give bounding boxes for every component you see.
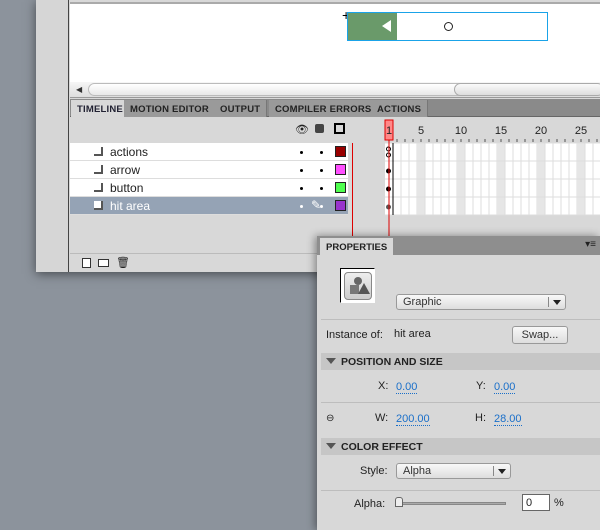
scroll-thumb[interactable] (454, 83, 600, 96)
trash-icon[interactable]: 🗑 (116, 256, 130, 269)
layer-icon (94, 201, 103, 210)
scroll-left-icon[interactable]: ◀ (76, 85, 82, 94)
symbol-type-dropdown[interactable]: Graphic (396, 294, 566, 310)
width-field[interactable]: 200.00 (396, 413, 430, 426)
layer-color-swatch[interactable] (335, 146, 346, 157)
playhead-line (352, 143, 353, 243)
new-folder-icon[interactable] (98, 259, 109, 267)
layer-color-swatch[interactable] (335, 182, 346, 193)
lock-icon[interactable] (315, 124, 324, 133)
layer-row[interactable]: arrow (70, 161, 348, 179)
flash-window: + ◀ TIMELINE MOTION EDITOR OUTPUT COMPIL… (36, 0, 600, 272)
frame-label: 25 (575, 125, 587, 137)
properties-panel: PROPERTIES ▾≡ Graphic Instance of: hit a… (317, 236, 600, 530)
layer-name: button (110, 181, 144, 195)
tab-motion-editor[interactable]: MOTION EDITOR (124, 100, 216, 117)
layer-icon (94, 183, 103, 192)
visibility-dot[interactable] (300, 205, 303, 208)
y-field[interactable]: 0.00 (494, 381, 516, 394)
layer-row[interactable]: button (70, 179, 348, 197)
alpha-slider-track[interactable] (398, 502, 506, 505)
style-value: Alpha (403, 465, 432, 477)
collapse-triangle-icon (326, 443, 336, 449)
section-title: POSITION AND SIZE (341, 356, 443, 368)
alpha-slider-thumb[interactable] (395, 497, 403, 507)
panel-tabs: TIMELINE MOTION EDITOR OUTPUT COMPILER E… (70, 99, 600, 117)
eye-icon[interactable]: 👁 (295, 123, 309, 136)
layer-color-swatch[interactable] (335, 200, 346, 211)
color-effect-section[interactable]: COLOR EFFECT (321, 438, 600, 455)
section-title: COLOR EFFECT (341, 441, 423, 453)
alpha-label: Alpha: (354, 498, 386, 510)
instance-name: hit area (394, 328, 431, 340)
layer-name: hit area (110, 199, 151, 213)
symbol-type-value: Graphic (403, 296, 442, 308)
transform-point-icon (444, 22, 453, 31)
link-proportions-icon[interactable]: ⊖ (326, 413, 334, 424)
layer-name: actions (110, 145, 149, 159)
visibility-dot[interactable] (300, 169, 303, 172)
swap-button[interactable]: Swap... (512, 326, 568, 344)
horizontal-scrollbar[interactable]: ◀ (70, 82, 600, 98)
h-label: H: (475, 412, 486, 424)
frame-label: 1 (386, 125, 392, 137)
visibility-dot[interactable] (300, 187, 303, 190)
tab-output[interactable]: OUTPUT (214, 100, 268, 117)
stage[interactable]: + (70, 2, 600, 82)
tab-actions[interactable]: ACTIONS (371, 100, 429, 117)
position-size-section[interactable]: POSITION AND SIZE (321, 353, 600, 370)
frames-grid[interactable]: 151015202530 (349, 117, 600, 253)
properties-header: PROPERTIES ▾≡ (317, 236, 600, 255)
lock-dot[interactable] (320, 151, 323, 154)
layer-icon (94, 165, 103, 174)
frame-label: 10 (455, 125, 467, 137)
style-label: Style: (360, 465, 388, 477)
panel-menu-icon[interactable]: ▾≡ (585, 239, 596, 250)
tab-properties[interactable]: PROPERTIES (320, 238, 394, 255)
lock-dot[interactable] (320, 205, 323, 208)
button-symbol[interactable] (347, 12, 548, 41)
tools-panel (36, 0, 69, 272)
lock-dot[interactable] (320, 187, 323, 190)
layer-row[interactable]: hit area ✎ (70, 197, 348, 215)
alpha-input[interactable]: 0 (522, 494, 550, 511)
frame-label: 20 (535, 125, 547, 137)
arrow-left-icon (382, 20, 391, 32)
chevron-down-icon (498, 469, 506, 474)
layer-icon (94, 147, 103, 156)
tab-timeline[interactable]: TIMELINE (71, 100, 130, 117)
y-label: Y: (476, 380, 486, 392)
layer-name: arrow (110, 163, 141, 177)
new-layer-icon[interactable] (82, 258, 91, 268)
instance-of-label: Instance of: (326, 329, 383, 341)
style-dropdown[interactable]: Alpha (396, 463, 511, 479)
x-label: X: (378, 380, 389, 392)
lock-dot[interactable] (320, 169, 323, 172)
tab-compiler-errors[interactable]: COMPILER ERRORS (269, 100, 379, 117)
w-label: W: (375, 412, 389, 424)
alpha-unit: % (554, 497, 564, 509)
chevron-down-icon (553, 300, 561, 305)
frame-label: 15 (495, 125, 507, 137)
height-field[interactable]: 28.00 (494, 413, 522, 426)
layer-color-swatch[interactable] (335, 164, 346, 175)
outline-icon[interactable] (334, 123, 345, 134)
visibility-dot[interactable] (300, 151, 303, 154)
layer-row[interactable]: actions (70, 143, 348, 161)
symbol-icon (340, 268, 375, 303)
frame-label: 5 (418, 125, 424, 137)
x-field[interactable]: 0.00 (396, 381, 418, 394)
collapse-triangle-icon (326, 358, 336, 364)
